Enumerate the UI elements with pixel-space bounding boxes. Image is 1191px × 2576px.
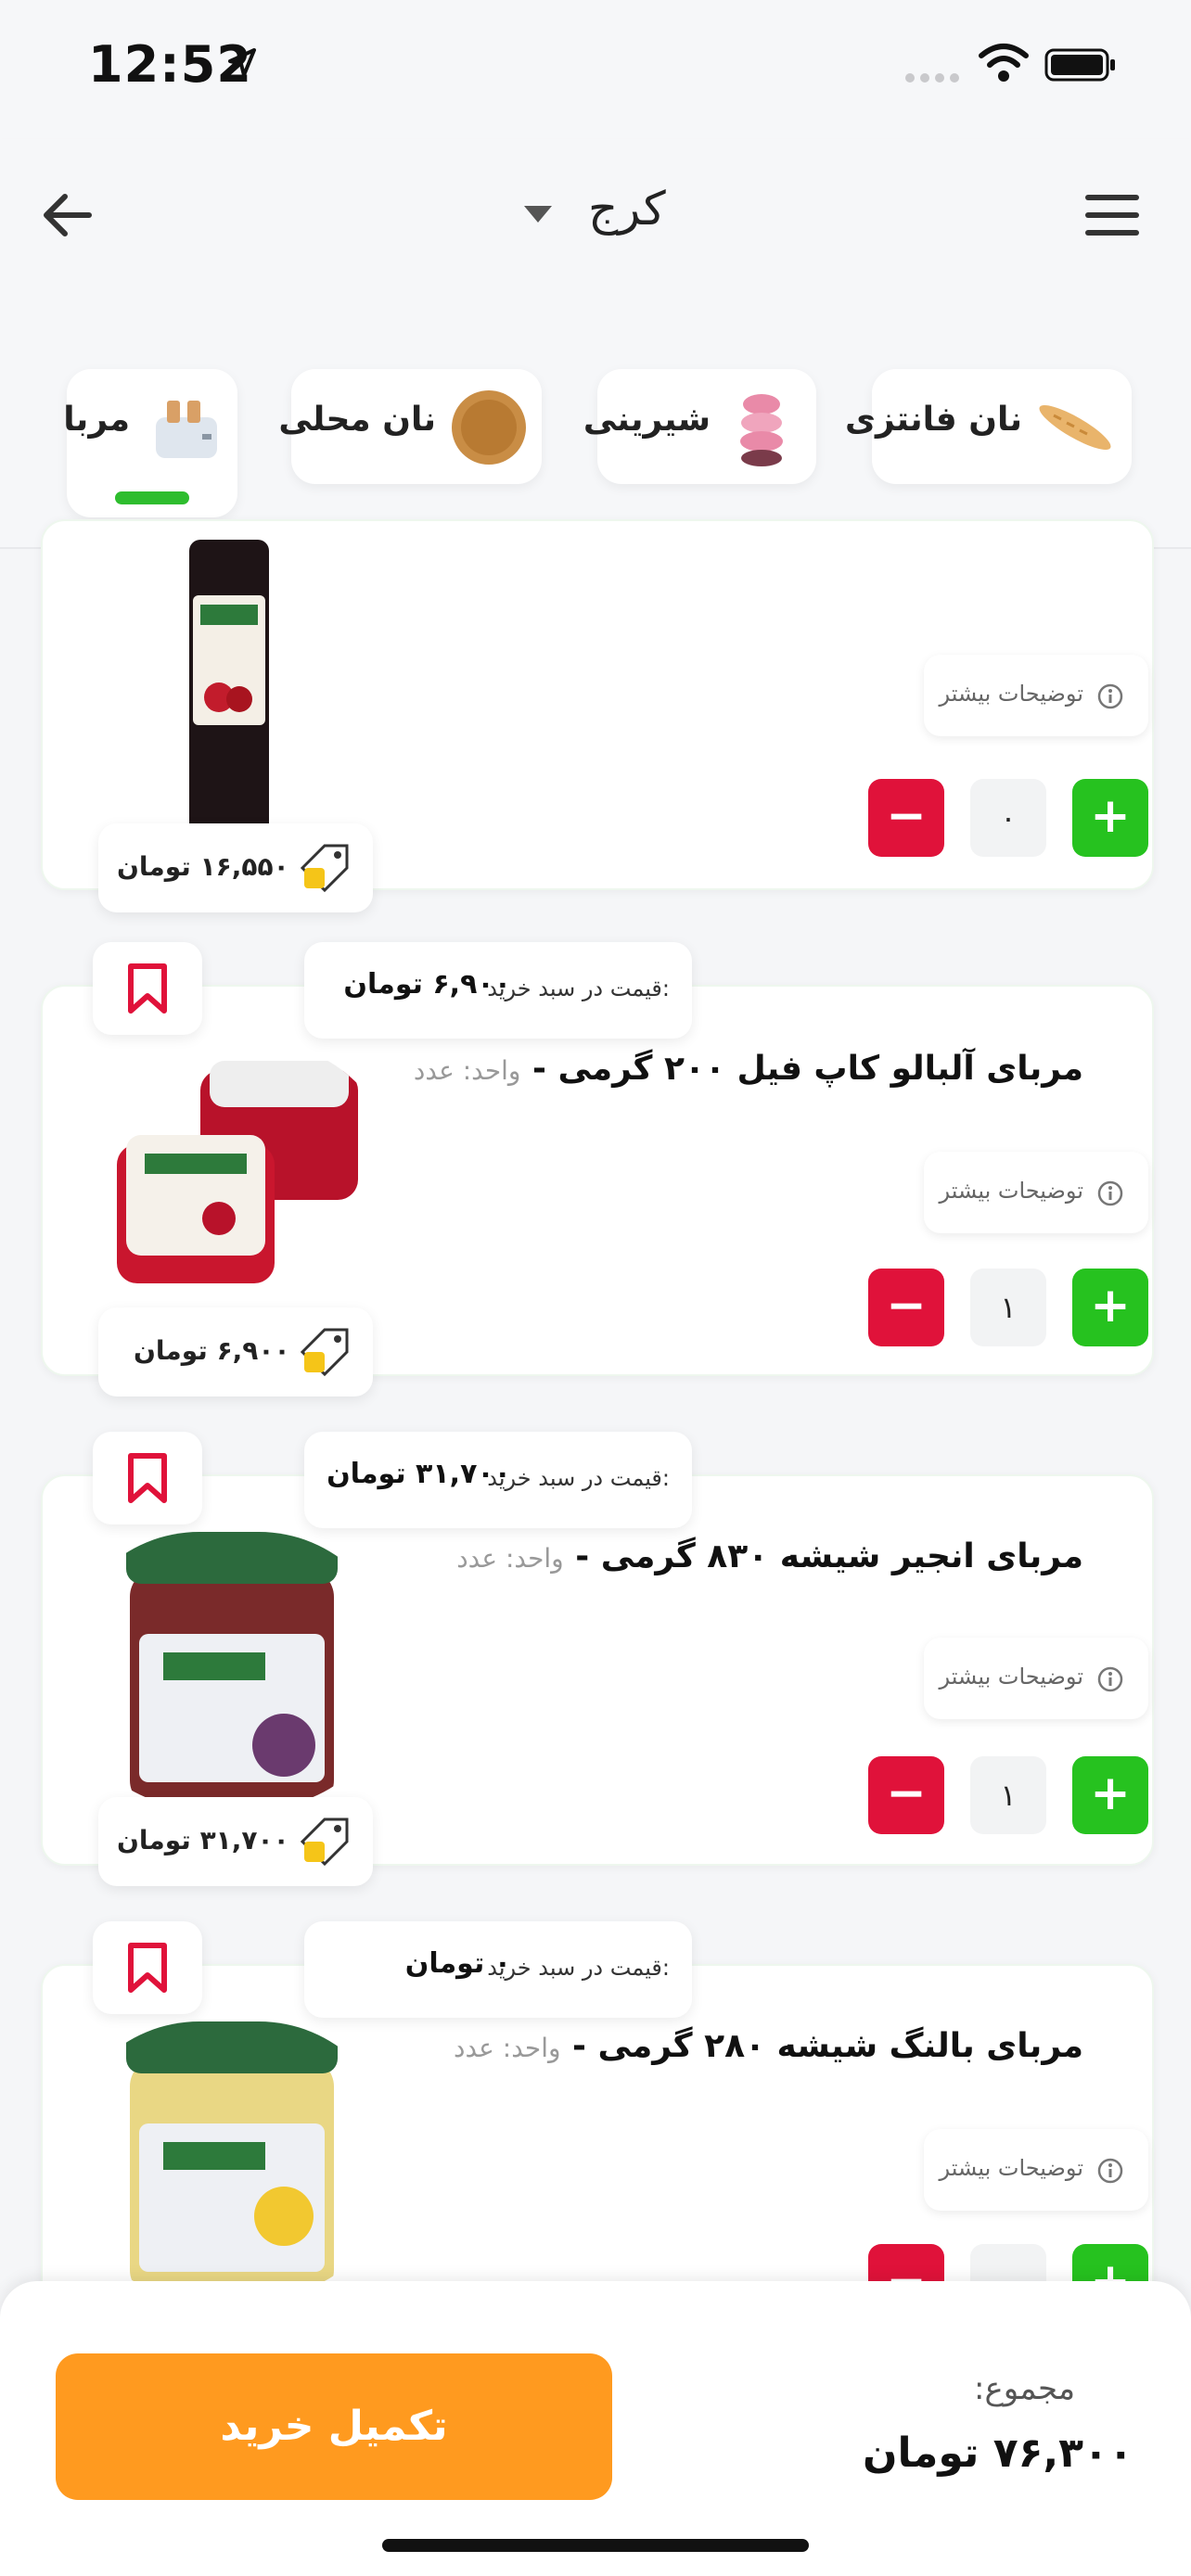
product-name: مربای بالنگ شیشه ۲۸۰ گرمی - واحد: عدد [453, 2027, 1083, 2065]
increase-qty-button[interactable]: + [1072, 779, 1148, 857]
product-image [61, 2021, 397, 2298]
increase-qty-button[interactable]: + [1072, 1756, 1148, 1834]
decrease-qty-button[interactable]: − [868, 1756, 944, 1834]
bookmark-icon [128, 1453, 167, 1503]
product-name: مربای انجیر شیشه ۸۳۰ گرمی - واحد: عدد [456, 1537, 1083, 1575]
flatbread-icon [452, 390, 526, 465]
quantity-value: ۰ [970, 779, 1046, 857]
cart-price-box: قیمت در سبد خرید: ۶,۹۰۰ تومان [304, 942, 692, 1039]
cart-price-value: ۰ تومان [404, 1947, 511, 1980]
signal-dots-icon [905, 73, 959, 83]
info-icon [1097, 2158, 1123, 2184]
product-price: ۱۶,۵۵۰ تومان [117, 851, 289, 882]
price-tag-icon [300, 1817, 349, 1867]
price-tag: ۱۶,۵۵۰ تومان [98, 823, 373, 912]
info-icon [1097, 1666, 1123, 1692]
category-label: شیرینی [583, 401, 711, 439]
product-card: ۳۱,۷۰۰ تومان قیمت در سبد خرید: ۳۱,۷۰۰ تو… [41, 1432, 1154, 1886]
fig-jar-image [126, 1532, 338, 1808]
product-price: ۳۱,۷۰۰ تومان [117, 1825, 289, 1855]
price-tag-icon [300, 1328, 349, 1377]
selected-indicator [115, 491, 189, 504]
bookmark-button[interactable] [93, 1432, 202, 1524]
more-info-button[interactable]: توضیحات بیشتر [924, 655, 1148, 736]
category-label: نان فانتزی [845, 401, 1022, 439]
toaster-icon [156, 401, 217, 458]
category-label: نان محلی [278, 401, 436, 439]
increase-qty-button[interactable]: + [1072, 1269, 1148, 1346]
bookmark-icon [128, 963, 167, 1014]
total-value: ۷۶,۳۰۰ تومان [863, 2429, 1133, 2477]
category-local-bread[interactable]: نان محلی [278, 369, 542, 484]
product-name: مربای آلبالو کاپ فیل ۲۰۰ گرمی - واحد: عد… [413, 1050, 1083, 1088]
product-unit: واحد: عدد [456, 1543, 564, 1574]
battery-icon [1044, 48, 1115, 82]
baguette-icon [1039, 405, 1111, 450]
citron-jar-image [126, 2021, 338, 2298]
back-arrow-icon[interactable] [37, 185, 96, 245]
info-icon [1097, 683, 1123, 709]
price-tag-icon [300, 844, 349, 893]
quantity-value: ۱ [970, 1269, 1046, 1346]
hamburger-menu-icon[interactable] [1085, 195, 1139, 236]
total-label: مجموع: [974, 2370, 1076, 2407]
more-info-button[interactable]: توضیحات بیشتر [924, 1638, 1148, 1719]
product-unit: واحد: عدد [453, 2033, 561, 2063]
more-info-button[interactable]: توضیحات بیشتر [924, 2129, 1148, 2211]
product-image [61, 540, 397, 836]
more-info-button[interactable]: توضیحات بیشتر [924, 1152, 1148, 1233]
wifi-icon [979, 44, 1029, 82]
cart-price-value: ۳۱,۷۰۰ تومان [327, 1458, 511, 1490]
product-image [61, 1042, 397, 1319]
home-indicator [382, 2539, 809, 2552]
cart-price-box: قیمت در سبد خرید: ۳۱,۷۰۰ تومان [304, 1432, 692, 1528]
chevron-down-icon[interactable] [524, 206, 552, 223]
price-tag: ۳۱,۷۰۰ تومان [98, 1797, 373, 1886]
product-card: ۶,۹۰۰ تومان قیمت در سبد خرید: ۶,۹۰۰ توما… [41, 942, 1154, 1396]
cart-price-box: قیمت در سبد خرید: ۰ تومان [304, 1921, 692, 2018]
sour-cherry-jar-image [189, 540, 269, 836]
location-arrow-icon [228, 48, 256, 77]
sour-cherry-cup-image [117, 1061, 358, 1283]
category-fancy-bread[interactable]: نان فانتزی [845, 369, 1132, 484]
cart-price-value: ۶,۹۰۰ تومان [343, 968, 511, 1001]
info-icon [1097, 1180, 1123, 1206]
category-sweets[interactable]: شیرینی [583, 369, 816, 484]
bookmark-button[interactable] [93, 1921, 202, 2014]
bookmark-icon [128, 1943, 167, 1993]
price-tag: ۶,۹۰۰ تومان [98, 1307, 373, 1396]
checkout-button[interactable]: تکمیل خرید [56, 2353, 612, 2500]
decrease-qty-button[interactable]: − [868, 1269, 944, 1346]
donuts-icon [740, 394, 783, 466]
product-price: ۶,۹۰۰ تومان [134, 1335, 290, 1366]
product-image [61, 1532, 397, 1808]
product-card: ۱۶,۵۵۰ تومان توضیحات بیشتر − ۰ + [41, 519, 1154, 912]
bookmark-button[interactable] [93, 942, 202, 1035]
category-label: مربا [63, 401, 130, 439]
quantity-value: ۱ [970, 1756, 1046, 1834]
decrease-qty-button[interactable]: − [868, 779, 944, 857]
city-selector[interactable]: کرج [588, 182, 666, 236]
category-jam[interactable]: مربا [63, 369, 237, 517]
product-unit: واحد: عدد [413, 1055, 521, 1086]
